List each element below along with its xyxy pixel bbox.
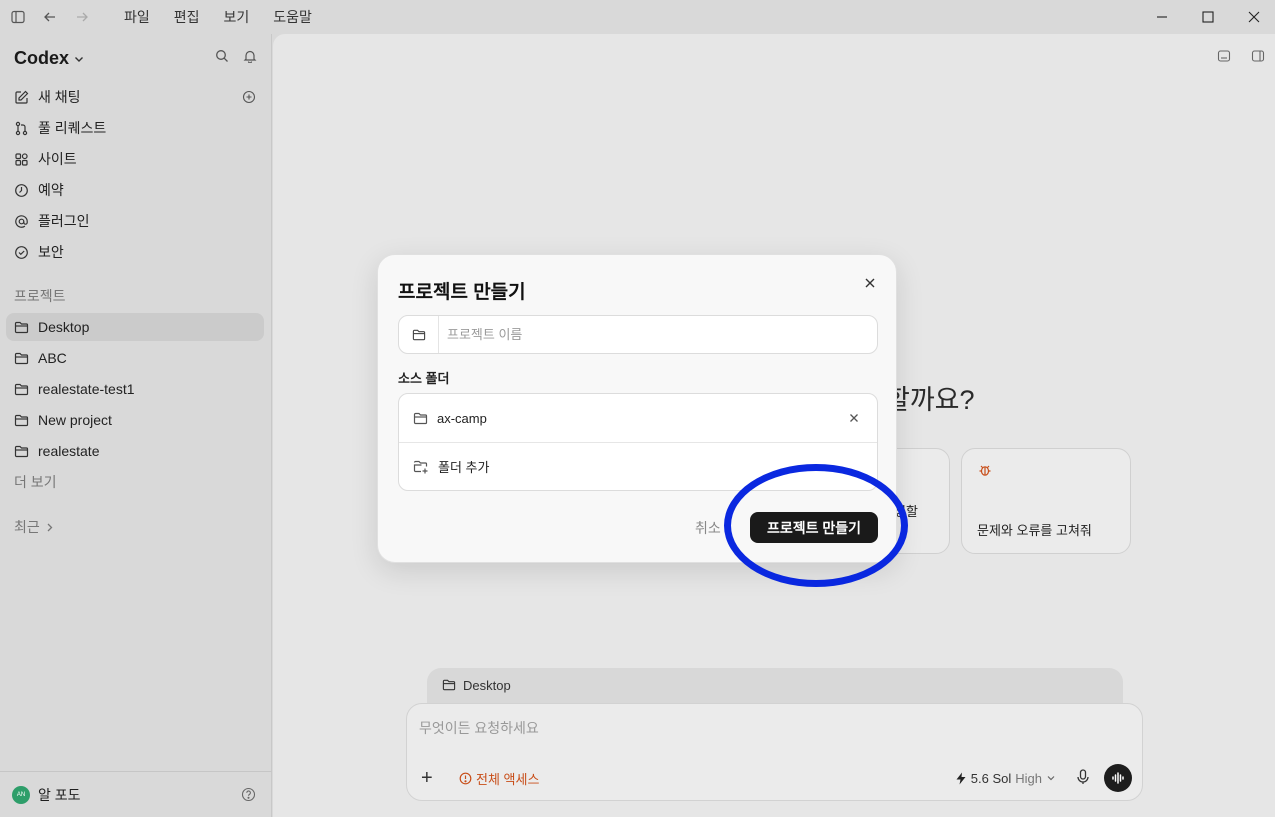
nav-label: 풀 리퀘스트 bbox=[38, 120, 107, 136]
bell-icon[interactable] bbox=[243, 49, 257, 63]
search-icon[interactable] bbox=[215, 49, 229, 63]
add-folder-label: 폴더 추가 bbox=[438, 460, 490, 475]
menu-bar: 파일 편집 보기 도움말 bbox=[112, 7, 324, 27]
composer: 무엇이든 요청하세요 + 전체 액세스 5.6 Sol High bbox=[406, 703, 1143, 801]
menu-help[interactable]: 도움말 bbox=[261, 7, 324, 27]
nav-sites[interactable]: 사이트 bbox=[6, 145, 264, 173]
folder-icon bbox=[14, 445, 29, 457]
project-label: Desktop bbox=[38, 319, 90, 335]
folder-icon bbox=[442, 679, 456, 691]
folder-icon bbox=[14, 321, 29, 333]
access-label: 전체 액세스 bbox=[476, 771, 540, 787]
terminal-panel-icon[interactable] bbox=[1217, 49, 1231, 63]
nav-label: 새 채팅 bbox=[38, 89, 81, 105]
forward-arrow-icon[interactable] bbox=[66, 0, 98, 34]
folder-icon bbox=[14, 352, 29, 364]
warning-icon bbox=[459, 772, 472, 784]
menu-file[interactable]: 파일 bbox=[112, 7, 162, 27]
maximize-icon[interactable] bbox=[1185, 0, 1231, 34]
access-mode-button[interactable]: 전체 액세스 bbox=[459, 769, 539, 788]
workspace-folder-chip[interactable]: Desktop bbox=[427, 668, 1123, 708]
project-name-input[interactable] bbox=[439, 316, 877, 353]
source-folder-item: ax-camp bbox=[399, 394, 877, 442]
close-window-icon[interactable] bbox=[1231, 0, 1275, 34]
at-icon bbox=[15, 214, 28, 228]
source-folder-name: ax-camp bbox=[437, 410, 487, 426]
nav-plugins[interactable]: 플러그인 bbox=[6, 207, 264, 235]
user-footer[interactable]: AN 알 포도 bbox=[0, 771, 272, 817]
folder-icon bbox=[399, 316, 439, 353]
brand-switcher[interactable]: Codex bbox=[14, 48, 85, 69]
project-item-realestate[interactable]: realestate bbox=[6, 437, 264, 465]
suggestion-card-fix-errors[interactable]: 문제와 오류를 고쳐줘 bbox=[961, 448, 1131, 554]
pull-request-icon bbox=[15, 121, 28, 135]
menu-view[interactable]: 보기 bbox=[212, 7, 262, 27]
prompt-input[interactable]: 무엇이든 요청하세요 bbox=[419, 718, 539, 738]
project-label: realestate bbox=[38, 443, 100, 459]
back-arrow-icon[interactable] bbox=[34, 0, 66, 34]
project-item-realestate-test1[interactable]: realestate-test1 bbox=[6, 375, 264, 403]
voice-mode-button[interactable] bbox=[1104, 764, 1132, 792]
recent-section[interactable]: 최근 bbox=[14, 517, 55, 537]
folder-icon bbox=[14, 383, 29, 395]
project-label: New project bbox=[38, 412, 112, 428]
minimize-icon[interactable] bbox=[1139, 0, 1185, 34]
project-label: realestate-test1 bbox=[38, 381, 135, 397]
nav-security[interactable]: 보안 bbox=[6, 238, 264, 266]
show-more-link[interactable]: 더 보기 bbox=[14, 472, 57, 492]
dialog-title: 프로젝트 만들기 bbox=[398, 282, 526, 303]
clock-icon bbox=[15, 183, 28, 197]
waveform-icon bbox=[1112, 772, 1124, 784]
remove-folder-icon[interactable] bbox=[849, 413, 859, 423]
nav-label: 예약 bbox=[38, 182, 64, 198]
cancel-button[interactable]: 취소 bbox=[695, 518, 721, 538]
project-label: ABC bbox=[38, 350, 67, 366]
source-folder-label: 소스 폴더 bbox=[398, 371, 450, 386]
apps-icon bbox=[15, 152, 28, 166]
nav-pull-requests[interactable]: 풀 리퀘스트 bbox=[6, 114, 264, 142]
chevron-right-icon bbox=[47, 523, 53, 531]
shield-icon bbox=[15, 245, 28, 259]
model-level: High bbox=[1015, 770, 1042, 786]
bug-icon bbox=[979, 465, 991, 476]
model-name: 5.6 Sol bbox=[970, 770, 1012, 786]
title-bar: 파일 편집 보기 도움말 bbox=[0, 0, 1275, 34]
folder-icon bbox=[14, 414, 29, 426]
nav-new-chat[interactable]: 새 채팅 bbox=[6, 83, 264, 111]
close-icon[interactable] bbox=[864, 277, 876, 289]
side-panel-icon[interactable] bbox=[1251, 49, 1265, 63]
card-text: 문제와 오류를 고쳐줘 bbox=[977, 523, 1092, 538]
project-name-field bbox=[398, 315, 878, 354]
help-icon[interactable] bbox=[241, 787, 256, 802]
annotation-highlight-ellipse bbox=[724, 464, 908, 587]
project-item-desktop[interactable]: Desktop bbox=[6, 313, 264, 341]
sidebar-toggle-icon[interactable] bbox=[2, 0, 34, 34]
attach-button[interactable]: + bbox=[421, 767, 439, 790]
recent-label: 최근 bbox=[14, 519, 40, 535]
plus-circle-icon[interactable] bbox=[242, 90, 256, 104]
nav-label: 보안 bbox=[38, 244, 64, 260]
projects-section-label: 프로젝트 bbox=[14, 288, 66, 304]
nav-label: 플러그인 bbox=[38, 213, 90, 229]
folder-icon bbox=[413, 412, 428, 424]
model-selector[interactable]: 5.6 Sol High bbox=[955, 771, 1056, 786]
lightning-icon bbox=[956, 772, 966, 784]
project-item-abc[interactable]: ABC bbox=[6, 344, 264, 372]
sidebar: Codex 새 채팅 풀 리퀘스트 사이트 예약 플러그인 보안 프로젝트 De… bbox=[0, 34, 272, 817]
brand-name: Codex bbox=[14, 48, 70, 68]
project-item-new-project[interactable]: New project bbox=[6, 406, 264, 434]
chevron-down-icon bbox=[75, 56, 84, 62]
nav-schedule[interactable]: 예약 bbox=[6, 176, 264, 204]
folder-chip-label: Desktop bbox=[463, 677, 511, 693]
menu-edit[interactable]: 편집 bbox=[162, 7, 212, 27]
user-name: 알 포도 bbox=[38, 786, 81, 803]
folder-plus-icon bbox=[413, 460, 428, 474]
nav-label: 사이트 bbox=[38, 151, 77, 167]
main-heading: 할까요? bbox=[885, 385, 975, 415]
edit-icon bbox=[15, 90, 29, 104]
chevron-down-icon bbox=[1047, 776, 1055, 781]
microphone-icon[interactable] bbox=[1076, 768, 1090, 788]
avatar: AN bbox=[12, 785, 30, 804]
